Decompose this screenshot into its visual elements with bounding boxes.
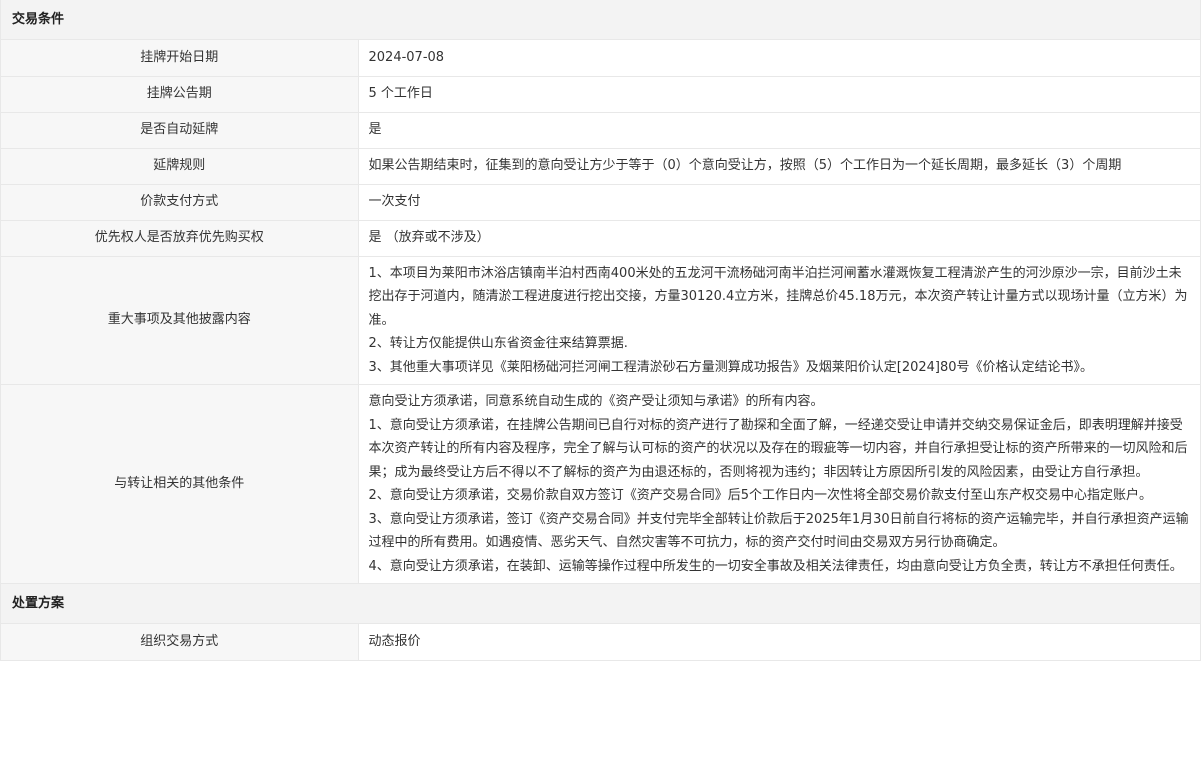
field-value: 动态报价 bbox=[358, 624, 1200, 661]
paragraph: 3、其他重大事项详见《莱阳杨础河拦河闸工程清淤砂石方量测算成功报告》及烟莱阳价认… bbox=[368, 359, 1094, 375]
table-row: 挂牌公告期 5 个工作日 bbox=[1, 76, 1200, 113]
table-row: 组织交易方式 动态报价 bbox=[1, 624, 1200, 661]
field-value: 1、本项目为莱阳市沐浴店镇南半泊村西南400米处的五龙河干流杨础河南半泊拦河闸蓄… bbox=[358, 256, 1200, 385]
table-row: 挂牌开始日期 2024-07-08 bbox=[1, 40, 1200, 77]
paragraph: 1、本项目为莱阳市沐浴店镇南半泊村西南400米处的五龙河干流杨础河南半泊拦河闸蓄… bbox=[368, 265, 1188, 328]
table-row: 与转让相关的其他条件 意向受让方须承诺，同意系统自动生成的《资产受让须知与承诺》… bbox=[1, 384, 1200, 584]
table-row: 延牌规则 如果公告期结束时，征集到的意向受让方少于等于（0）个意向受让方，按照（… bbox=[1, 148, 1200, 185]
field-label: 挂牌开始日期 bbox=[1, 40, 359, 77]
field-value: 如果公告期结束时，征集到的意向受让方少于等于（0）个意向受让方，按照（5）个工作… bbox=[358, 148, 1200, 185]
section-header-disposal-plan: 处置方案 bbox=[1, 584, 1200, 624]
section-header-trade-conditions: 交易条件 bbox=[1, 0, 1200, 40]
table-row: 优先权人是否放弃优先购买权 是 （放弃或不涉及） bbox=[1, 220, 1200, 257]
disposal-plan-table: 组织交易方式 动态报价 bbox=[1, 624, 1200, 661]
field-label: 与转让相关的其他条件 bbox=[1, 384, 359, 584]
field-value: 2024-07-08 bbox=[358, 40, 1200, 77]
table-row: 重大事项及其他披露内容 1、本项目为莱阳市沐浴店镇南半泊村西南400米处的五龙河… bbox=[1, 256, 1200, 385]
paragraph: 2、转让方仅能提供山东省资金往来结算票据. bbox=[368, 336, 628, 351]
field-label: 优先权人是否放弃优先购买权 bbox=[1, 220, 359, 257]
field-label: 挂牌公告期 bbox=[1, 76, 359, 113]
paragraph: 2、意向受让方须承诺，交易价款自双方签订《资产交易合同》后5个工作日内一次性将全… bbox=[368, 488, 1153, 503]
field-value: 5 个工作日 bbox=[358, 76, 1200, 113]
field-value: 是 （放弃或不涉及） bbox=[358, 220, 1200, 257]
paragraph: 3、意向受让方须承诺，签订《资产交易合同》并支付完毕全部转让价款后于2025年1… bbox=[368, 511, 1189, 551]
paragraph: 意向受让方须承诺，同意系统自动生成的《资产受让须知与承诺》的所有内容。 bbox=[368, 394, 824, 409]
table-row: 是否自动延牌 是 bbox=[1, 112, 1200, 149]
paragraph: 4、意向受让方须承诺，在装卸、运输等操作过程中所发生的一切安全事故及相关法律责任… bbox=[368, 558, 1183, 574]
field-value: 一次支付 bbox=[358, 184, 1200, 221]
table-row: 价款支付方式 一次支付 bbox=[1, 184, 1200, 221]
field-value: 是 bbox=[358, 112, 1200, 149]
field-label: 延牌规则 bbox=[1, 148, 359, 185]
listing-detail-panel: 交易条件 挂牌开始日期 2024-07-08 挂牌公告期 5 个工作日 是否自动… bbox=[0, 0, 1201, 661]
trade-conditions-table: 挂牌开始日期 2024-07-08 挂牌公告期 5 个工作日 是否自动延牌 是 … bbox=[1, 40, 1200, 584]
field-label: 是否自动延牌 bbox=[1, 112, 359, 149]
paragraph: 1、意向受让方须承诺，在挂牌公告期间已自行对标的资产进行了勘探和全面了解，一经递… bbox=[368, 417, 1188, 480]
field-label: 组织交易方式 bbox=[1, 624, 359, 661]
field-label: 重大事项及其他披露内容 bbox=[1, 256, 359, 385]
field-value: 意向受让方须承诺，同意系统自动生成的《资产受让须知与承诺》的所有内容。 1、意向… bbox=[358, 384, 1200, 584]
field-label: 价款支付方式 bbox=[1, 184, 359, 221]
